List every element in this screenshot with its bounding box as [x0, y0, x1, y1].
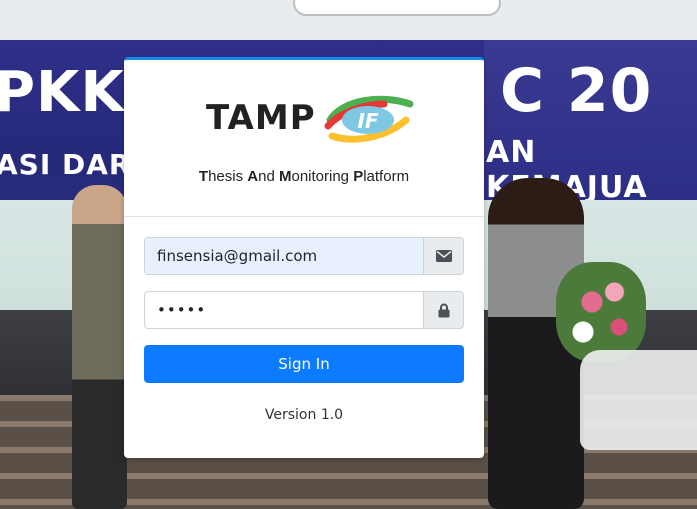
tagline-word-hesis: hesis [208, 168, 248, 185]
tagline-initial-p: P [353, 168, 364, 185]
email-input-group [144, 237, 464, 275]
tagline-word-latform: latform [363, 168, 410, 185]
tagline-word-nd: nd [258, 168, 279, 185]
tagline-initial-t: T [198, 168, 209, 185]
tagline-word-onitoring: onitoring [291, 168, 354, 185]
email-field[interactable] [144, 237, 423, 275]
login-card: TAMP IF Thesis And Monitoring Platform f… [124, 57, 484, 458]
banner-text-left-sub: ASI DAR [0, 148, 132, 181]
password-field[interactable] [144, 291, 423, 329]
tagline: Thesis And Monitoring Platform [124, 168, 484, 185]
sign-in-button[interactable]: Sign In [144, 345, 464, 383]
banner-text-left: PKK [0, 60, 125, 125]
brand-name: TAMP [206, 98, 316, 138]
version-label: Version 1.0 [264, 407, 344, 423]
password-addon [423, 291, 464, 329]
background-flowers [556, 262, 646, 362]
brand: TAMP IF [206, 90, 416, 146]
banner-text-right: C 20 [500, 56, 653, 126]
email-addon [423, 237, 464, 275]
brand-logo: IF [324, 95, 414, 143]
login-card-header: TAMP IF Thesis And Monitoring Platform [124, 60, 484, 217]
brand-logo-text: IF [357, 109, 378, 133]
tagline-initial-a: A [247, 168, 259, 185]
background-cloth [580, 350, 697, 450]
password-input-group [144, 291, 464, 329]
background-person-left [72, 185, 127, 509]
background-badge [293, 0, 501, 16]
tagline-initial-m: M [278, 168, 292, 185]
lock-icon [438, 303, 449, 317]
envelope-icon [435, 250, 452, 262]
